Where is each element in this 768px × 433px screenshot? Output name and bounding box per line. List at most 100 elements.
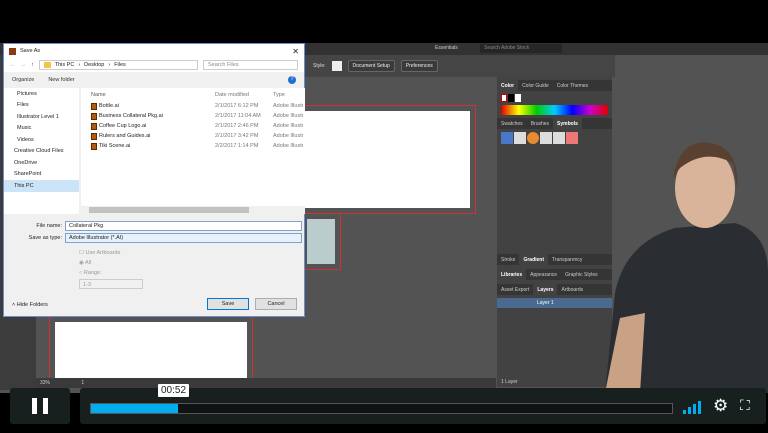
fullscreen-icon[interactable]: ⛶ [740,397,750,414]
file-name: Tiki Scene.ai [99,143,131,149]
help-icon[interactable]: ? [288,76,296,84]
tab-symbols[interactable]: Symbols [553,118,582,129]
file-list: Name Date modified Type Bottle.ai 2/1/201… [81,88,305,214]
layers-count: 1 Layer [501,379,518,385]
file-date: 2/1/2017 2:46 PM [215,123,259,129]
address-bar[interactable]: This PC › Desktop › Files [38,60,198,70]
file-name-label: File name: [36,223,62,229]
ai-file-icon [91,142,97,150]
status-bar: 33% 1 [36,378,496,388]
control-bar: Style: Document Setup Preferences [305,55,615,77]
save-type-select[interactable]: Adobe Illustrator (*.AI) [65,233,302,243]
tab-layers[interactable]: Layers [533,284,558,295]
tab-swatches[interactable]: Swatches [497,118,527,129]
symbol-item[interactable] [540,132,552,144]
workspace-switcher[interactable]: Essentials [435,45,458,51]
file-type: Adobe Illustrator [273,113,303,119]
file-row[interactable]: Rulers and Guides.ai 2/1/2017 3:42 PM Adob… [81,131,305,141]
symbol-item[interactable] [527,132,539,144]
horizontal-scrollbar[interactable] [81,206,305,214]
pause-button[interactable] [10,388,70,424]
file-date: 2/1/2017 11:04 AM [215,113,261,119]
nav-files[interactable]: Files [4,100,79,112]
cancel-button[interactable]: Cancel [255,298,297,310]
tab-stroke[interactable]: Stroke [497,254,519,265]
tab-color-themes[interactable]: Color Themes [553,80,592,91]
document-setup-button[interactable]: Document Setup [347,60,395,72]
nav-creative-cloud[interactable]: Creative Cloud Files [4,146,79,158]
artboard [286,105,476,214]
symbol-item[interactable] [566,132,578,144]
ai-file-icon [91,112,97,120]
style-label: Style: [313,63,326,69]
file-type: Adobe Illustrator [273,143,303,149]
file-row[interactable]: Coffee Cup Logo.ai 2/1/2017 2:46 PM Adobe … [81,121,305,131]
tab-asset-export[interactable]: Asset Export [497,284,533,295]
zoom-level[interactable]: 33% [40,380,50,386]
preferences-button[interactable]: Preferences [400,60,438,72]
tab-color-guide[interactable]: Color Guide [518,80,553,91]
breadcrumb-this-pc[interactable]: This PC [55,62,75,68]
file-row[interactable]: Tiki Scene.ai 2/2/2017 1:14 PM Adobe Illus… [81,141,305,151]
symbol-item[interactable] [501,132,513,144]
dialog-title: Save As [20,48,41,54]
file-name: Business Collateral Pkg.ai [99,113,163,119]
column-name[interactable]: Name [91,92,215,98]
nav-pictures[interactable]: Pictures [4,88,79,100]
tab-artboards[interactable]: Artboards [557,284,587,295]
settings-gear-icon[interactable]: ⚙ [713,396,728,416]
nav-sharepoint[interactable]: SharePoint [4,169,79,181]
tab-libraries[interactable]: Libraries [497,269,527,280]
save-button[interactable]: Save [207,298,249,310]
breadcrumb-files[interactable]: Files [114,62,126,68]
save-type-label: Save as type: [28,235,62,241]
progress-bar[interactable] [90,403,673,414]
search-files-input[interactable]: Search Files [203,60,298,70]
navigation-pane: Pictures Files Illustrator Level 1 Music… [4,88,79,214]
artboard [49,316,253,386]
range-radio[interactable]: ○ Range: [79,268,143,278]
nav-onedrive[interactable]: OneDrive [4,157,79,169]
video-player-controls: ⚙ ⛶ [0,388,768,424]
close-icon[interactable]: ✕ [292,47,299,56]
style-swatch[interactable] [331,61,342,71]
volume-icon[interactable] [683,400,705,414]
all-radio[interactable]: ◉ All [79,258,143,268]
range-input[interactable]: 1-3 [79,279,143,289]
ai-file-icon [91,132,97,140]
hide-folders-button[interactable]: ˄ Hide Folders [12,302,48,308]
symbol-item[interactable] [553,132,565,144]
column-date[interactable]: Date modified [215,92,273,98]
symbol-item[interactable] [514,132,526,144]
nav-illustrator-level-1[interactable]: Illustrator Level 1 [4,111,79,123]
ai-file-icon [91,122,97,130]
column-type[interactable]: Type [273,92,303,98]
artboard-number[interactable]: 1 [81,380,84,386]
use-artboards-checkbox[interactable]: ☐ Use Artboards [79,248,143,258]
file-name: Coffee Cup Logo.ai [99,123,147,129]
nav-this-pc[interactable]: This PC [4,180,79,192]
file-type: Adobe Illustrator [273,123,303,129]
tab-transparency[interactable]: Transparency [548,254,586,265]
tab-color[interactable]: Color [497,80,519,91]
new-folder-button[interactable]: New folder [48,77,74,83]
up-icon[interactable]: ↑ [31,62,34,68]
file-date: 2/1/2017 3:42 PM [215,133,259,139]
nav-music[interactable]: Music [4,123,79,135]
breadcrumb-desktop[interactable]: Desktop [84,62,104,68]
file-row[interactable]: Business Collateral Pkg.ai 2/1/2017 11:04… [81,111,305,121]
tab-brushes[interactable]: Brushes [527,118,553,129]
forward-icon[interactable]: → [21,62,27,68]
stock-search[interactable]: Search Adobe Stock [480,44,562,53]
tab-gradient[interactable]: Gradient [519,254,549,265]
nav-videos[interactable]: Videos [4,134,79,146]
file-name-input[interactable]: Collateral Pkg [65,221,302,231]
back-icon[interactable]: ← [10,62,16,68]
organize-button[interactable]: Organize [12,77,34,83]
file-type: Adobe Illustrator [273,133,303,139]
tab-appearance[interactable]: Appearance [526,269,561,280]
file-date: 2/2/2017 1:14 PM [215,143,259,149]
artboard-thumbnail [301,213,341,270]
folder-icon [43,62,51,68]
file-row[interactable]: Bottle.ai 2/1/2017 6:12 PM Adobe Illustrat… [81,101,305,111]
